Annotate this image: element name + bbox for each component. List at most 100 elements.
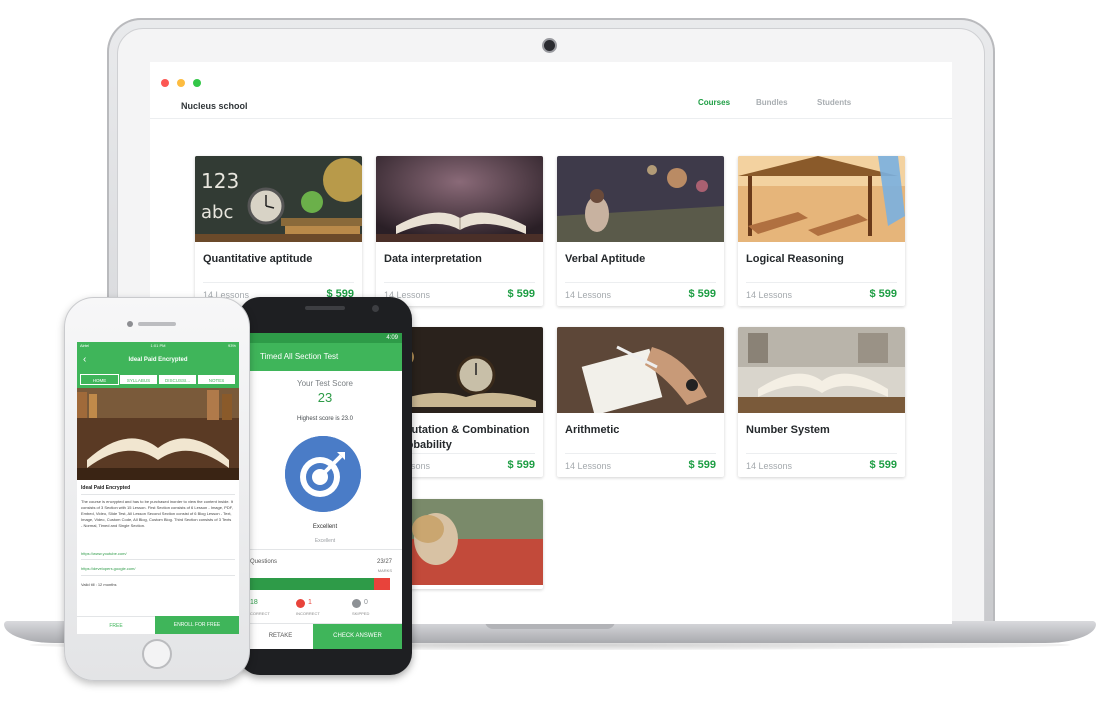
check-answer-button[interactable]: CHECK ANSWER [313,624,402,649]
status-bar: 4:09 [248,333,402,343]
incorrect-dot-icon [296,599,305,608]
enroll-button[interactable]: ENROLL FOR FREE [155,616,239,634]
phone-speaker [305,306,345,310]
validity-text: Valid till : 12 months [81,582,117,587]
card-divider [565,453,716,454]
android-phone: 4:09 Timed All Section Test Your Test Sc… [238,297,412,675]
close-window-icon[interactable] [161,79,169,87]
status-time: 1:01 PM [150,343,166,348]
youtube-link[interactable]: https://www.youtube.com/ [81,551,127,556]
score-value: 23 [317,390,333,405]
iphone-screen: Airtel 1:01 PM 93% Ideal Paid Encrypted … [77,342,239,634]
course-card-logical-reasoning[interactable]: Logical Reasoning 14 Lessons $ 599 [738,156,905,306]
lesson-count: 14 Lessons [746,461,793,471]
webcam-icon [544,40,555,51]
course-price: $ 599 [869,459,897,471]
test-title: Timed All Section Test [248,343,402,371]
header-divider [150,118,952,119]
nav-bundles[interactable]: Bundles [756,98,788,107]
course-card-quantitative[interactable]: 123 abc Quantitative aptitude 14 Lessons… [195,156,362,306]
android-screen: 4:09 Timed All Section Test Your Test Sc… [248,333,402,649]
iphone: Airtel 1:01 PM 93% Ideal Paid Encrypted … [64,297,250,681]
course-card-arithmetic[interactable]: Arithmetic 14 Lessons $ 599 [557,327,724,477]
course-image-arithmetic [557,327,724,413]
svg-text:abc: abc [201,202,233,223]
incorrect-progress-segment [374,578,390,590]
course-title: Data interpretation [384,253,482,265]
highest-score: Highest score is 23.0 [296,416,354,422]
skipped-label: SKIPPED [352,611,370,616]
skipped-dot-icon [352,599,361,608]
course-price: $ 599 [507,459,535,471]
questions-label: Questions [250,559,278,565]
minimize-window-icon[interactable] [177,79,185,87]
course-title: Number System [746,424,830,436]
back-arrow-icon[interactable]: ‹ [83,350,86,370]
svg-text:123: 123 [201,169,239,193]
course-image-quantitative: 123 abc [195,156,362,242]
course-title: Arithmetic [565,424,620,436]
section-divider [81,494,235,495]
score-label: Your Test Score [296,379,354,388]
course-header-title: Ideal Paid Encrypted [77,350,239,370]
correct-label: CORRECT [250,611,270,616]
course-card-data-interpretation[interactable]: Data interpretation 14 Lessons $ 599 [376,156,543,306]
course-tabs: HOME SYLLABUS DISCUSSI... NOTES [77,370,239,388]
course-image-data-interpretation [376,156,543,242]
home-button[interactable] [142,639,172,669]
card-divider [746,282,897,283]
correct-count: 18 [250,599,258,606]
card-divider [203,282,354,283]
section-divider [248,549,402,550]
rating-subtext: Excellent [314,538,336,544]
questions-value: 23/27 [376,559,392,565]
course-image-verbal-aptitude [557,156,724,242]
marks-label: MARKS [377,568,392,573]
maximize-window-icon[interactable] [193,79,201,87]
free-button[interactable]: FREE [77,616,155,634]
card-divider [746,453,897,454]
tab-discussion[interactable]: DISCUSSI... [158,374,197,385]
status-bar: Airtel 1:01 PM 93% [77,342,239,350]
section-divider [81,575,235,576]
course-card-verbal-aptitude[interactable]: Verbal Aptitude 14 Lessons $ 599 [557,156,724,306]
battery-level: 93% [227,343,236,348]
rating-text: Excellent [312,524,338,530]
phone-camera [372,305,379,312]
tab-notes[interactable]: NOTES [197,374,236,385]
course-price: $ 599 [869,288,897,300]
retake-button[interactable]: RETAKE [248,624,313,649]
course-image-number-system [738,327,905,413]
course-price: $ 599 [688,288,716,300]
target-icon [285,436,361,512]
course-title: Logical Reasoning [746,253,844,265]
course-price: $ 599 [507,288,535,300]
lesson-count: 14 Lessons [565,461,612,471]
course-title: Quantitative aptitude [203,253,313,265]
course-price: $ 599 [688,459,716,471]
tab-home[interactable]: HOME [80,374,119,385]
course-title: Ideal Paid Encrypted [81,485,131,491]
course-cover-image [77,388,239,480]
tab-syllabus[interactable]: SYLLABUS [119,374,158,385]
course-image-logical-reasoning [738,156,905,242]
course-title: Verbal Aptitude [565,253,646,265]
phone-speaker [138,322,176,326]
course-description: The course is encrypted and has to be pu… [81,499,233,528]
app-title: Nucleus school [181,101,248,111]
section-divider [81,559,235,560]
course-card-number-system[interactable]: Number System 14 Lessons $ 599 [738,327,905,477]
score-progress-bar [248,578,390,590]
lesson-count: 14 Lessons [746,290,793,300]
developers-link[interactable]: https://developers.google.com/ [81,566,135,571]
nav-students[interactable]: Students [817,98,851,107]
device-mockup-scene: Nucleus school Courses Bundles Students … [0,0,1100,719]
skipped-count: 0 [364,599,368,606]
card-divider [384,282,535,283]
lesson-count: 14 Lessons [565,290,612,300]
incorrect-label: INCORRECT [296,611,320,616]
phone-camera [127,321,133,327]
nav-courses[interactable]: Courses [698,98,730,107]
card-divider [565,282,716,283]
incorrect-count: 1 [308,599,312,606]
